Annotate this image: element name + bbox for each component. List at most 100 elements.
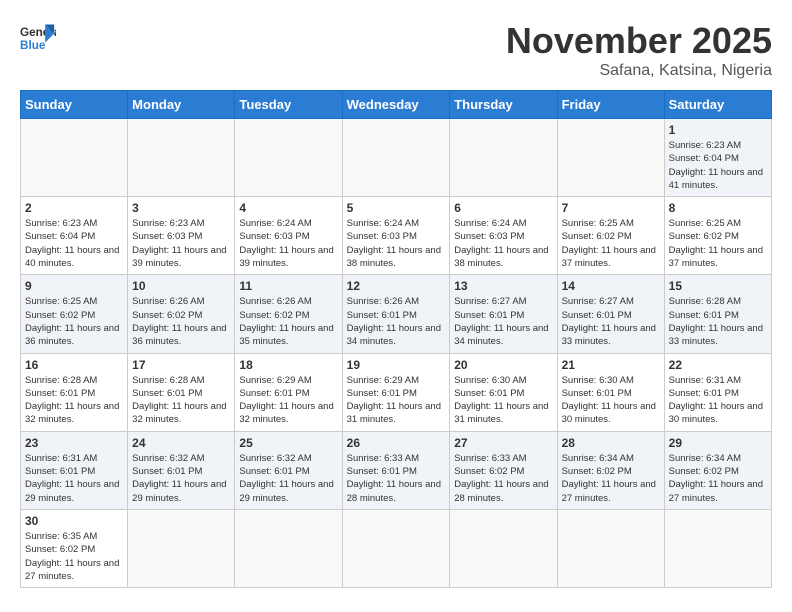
day-number: 4 xyxy=(239,201,337,215)
logo: General Blue xyxy=(20,20,56,56)
calendar-week-row: 2 Sunrise: 6:23 AM Sunset: 6:04 PM Daylig… xyxy=(21,197,772,275)
calendar-cell: 9Sunrise: 6:25 AM Sunset: 6:02 PM Daylig… xyxy=(21,275,128,353)
day-number: 17 xyxy=(132,358,230,372)
calendar-cell xyxy=(342,509,450,587)
day-info: Sunrise: 6:24 AM Sunset: 6:03 PM Dayligh… xyxy=(239,217,337,270)
weekday-header-sunday: Sunday xyxy=(21,91,128,119)
day-info: Sunrise: 6:26 AM Sunset: 6:02 PM Dayligh… xyxy=(132,295,230,348)
day-info: Sunrise: 6:23 AM Sunset: 6:03 PM Dayligh… xyxy=(132,217,230,270)
day-number: 18 xyxy=(239,358,337,372)
calendar-cell: 28Sunrise: 6:34 AM Sunset: 6:02 PM Dayli… xyxy=(557,431,664,509)
day-number: 8 xyxy=(669,201,767,215)
day-info: Sunrise: 6:34 AM Sunset: 6:02 PM Dayligh… xyxy=(562,452,660,505)
calendar-cell: 22 Sunrise: 6:31 AM Sunset: 6:01 PM Dayli… xyxy=(664,353,771,431)
calendar-cell xyxy=(557,509,664,587)
calendar-cell xyxy=(128,119,235,197)
calendar-cell: 23 Sunrise: 6:31 AM Sunset: 6:01 PM Dayli… xyxy=(21,431,128,509)
day-number: 10 xyxy=(132,279,230,293)
calendar-cell xyxy=(235,119,342,197)
day-info: Sunrise: 6:34 AM Sunset: 6:02 PM Dayligh… xyxy=(669,452,767,505)
weekday-header-saturday: Saturday xyxy=(664,91,771,119)
day-number: 21 xyxy=(562,358,660,372)
day-number: 23 xyxy=(25,436,123,450)
day-info: Sunrise: 6:31 AM Sunset: 6:01 PM Dayligh… xyxy=(669,374,767,427)
calendar-cell: 26 Sunrise: 6:33 AM Sunset: 6:01 PM Dayli… xyxy=(342,431,450,509)
day-info: Sunrise: 6:32 AM Sunset: 6:01 PM Dayligh… xyxy=(132,452,230,505)
calendar-cell: 24 Sunrise: 6:32 AM Sunset: 6:01 PM Dayli… xyxy=(128,431,235,509)
day-number: 15 xyxy=(669,279,767,293)
calendar-cell xyxy=(21,119,128,197)
calendar-week-row: 23 Sunrise: 6:31 AM Sunset: 6:01 PM Dayli… xyxy=(21,431,772,509)
day-number: 6 xyxy=(454,201,552,215)
calendar-header-row: SundayMondayTuesdayWednesdayThursdayFrid… xyxy=(21,91,772,119)
calendar-cell xyxy=(450,119,557,197)
calendar-cell: 3Sunrise: 6:23 AM Sunset: 6:03 PM Daylig… xyxy=(128,197,235,275)
day-info: Sunrise: 6:28 AM Sunset: 6:01 PM Dayligh… xyxy=(25,374,123,427)
day-info: Sunrise: 6:26 AM Sunset: 6:01 PM Dayligh… xyxy=(347,295,446,348)
calendar-cell: 2 Sunrise: 6:23 AM Sunset: 6:04 PM Daylig… xyxy=(21,197,128,275)
calendar-cell: 15Sunrise: 6:28 AM Sunset: 6:01 PM Dayli… xyxy=(664,275,771,353)
day-number: 16 xyxy=(25,358,123,372)
day-number: 26 xyxy=(347,436,446,450)
calendar-cell xyxy=(342,119,450,197)
calendar-cell: 8Sunrise: 6:25 AM Sunset: 6:02 PM Daylig… xyxy=(664,197,771,275)
calendar-cell: 4 Sunrise: 6:24 AM Sunset: 6:03 PM Daylig… xyxy=(235,197,342,275)
calendar-cell: 20Sunrise: 6:30 AM Sunset: 6:01 PM Dayli… xyxy=(450,353,557,431)
day-number: 24 xyxy=(132,436,230,450)
calendar-cell: 29Sunrise: 6:34 AM Sunset: 6:02 PM Dayli… xyxy=(664,431,771,509)
day-info: Sunrise: 6:25 AM Sunset: 6:02 PM Dayligh… xyxy=(25,295,123,348)
day-number: 22 xyxy=(669,358,767,372)
day-number: 1 xyxy=(669,123,767,137)
day-number: 25 xyxy=(239,436,337,450)
day-number: 19 xyxy=(347,358,446,372)
calendar-cell: 13Sunrise: 6:27 AM Sunset: 6:01 PM Dayli… xyxy=(450,275,557,353)
day-info: Sunrise: 6:33 AM Sunset: 6:02 PM Dayligh… xyxy=(454,452,552,505)
calendar-cell: 12 Sunrise: 6:26 AM Sunset: 6:01 PM Dayli… xyxy=(342,275,450,353)
day-info: Sunrise: 6:23 AM Sunset: 6:04 PM Dayligh… xyxy=(25,217,123,270)
calendar-cell: 17 Sunrise: 6:28 AM Sunset: 6:01 PM Dayli… xyxy=(128,353,235,431)
location-title: Safana, Katsina, Nigeria xyxy=(506,62,772,80)
day-info: Sunrise: 6:27 AM Sunset: 6:01 PM Dayligh… xyxy=(562,295,660,348)
day-number: 2 xyxy=(25,201,123,215)
calendar-cell xyxy=(557,119,664,197)
day-info: Sunrise: 6:26 AM Sunset: 6:02 PM Dayligh… xyxy=(239,295,337,348)
calendar-cell xyxy=(450,509,557,587)
logo-icon: General Blue xyxy=(20,20,56,56)
day-info: Sunrise: 6:32 AM Sunset: 6:01 PM Dayligh… xyxy=(239,452,337,505)
calendar-cell: 7Sunrise: 6:25 AM Sunset: 6:02 PM Daylig… xyxy=(557,197,664,275)
title-section: November 2025 Safana, Katsina, Nigeria xyxy=(506,20,772,80)
day-info: Sunrise: 6:33 AM Sunset: 6:01 PM Dayligh… xyxy=(347,452,446,505)
day-info: Sunrise: 6:27 AM Sunset: 6:01 PM Dayligh… xyxy=(454,295,552,348)
calendar-cell: 14Sunrise: 6:27 AM Sunset: 6:01 PM Dayli… xyxy=(557,275,664,353)
calendar-cell: 25 Sunrise: 6:32 AM Sunset: 6:01 PM Dayli… xyxy=(235,431,342,509)
day-info: Sunrise: 6:24 AM Sunset: 6:03 PM Dayligh… xyxy=(347,217,446,270)
day-info: Sunrise: 6:29 AM Sunset: 6:01 PM Dayligh… xyxy=(347,374,446,427)
calendar-cell: 27 Sunrise: 6:33 AM Sunset: 6:02 PM Dayli… xyxy=(450,431,557,509)
day-number: 30 xyxy=(25,514,123,528)
calendar-cell xyxy=(235,509,342,587)
calendar-cell: 6Sunrise: 6:24 AM Sunset: 6:03 PM Daylig… xyxy=(450,197,557,275)
day-info: Sunrise: 6:31 AM Sunset: 6:01 PM Dayligh… xyxy=(25,452,123,505)
calendar-table: SundayMondayTuesdayWednesdayThursdayFrid… xyxy=(20,90,772,588)
weekday-header-friday: Friday xyxy=(557,91,664,119)
day-number: 27 xyxy=(454,436,552,450)
calendar-cell: 5 Sunrise: 6:24 AM Sunset: 6:03 PM Daylig… xyxy=(342,197,450,275)
svg-text:Blue: Blue xyxy=(20,39,46,52)
calendar-cell: 18Sunrise: 6:29 AM Sunset: 6:01 PM Dayli… xyxy=(235,353,342,431)
calendar-cell: 30Sunrise: 6:35 AM Sunset: 6:02 PM Dayli… xyxy=(21,509,128,587)
weekday-header-tuesday: Tuesday xyxy=(235,91,342,119)
day-info: Sunrise: 6:25 AM Sunset: 6:02 PM Dayligh… xyxy=(562,217,660,270)
calendar-cell: 16 Sunrise: 6:28 AM Sunset: 6:01 PM Dayli… xyxy=(21,353,128,431)
weekday-header-monday: Monday xyxy=(128,91,235,119)
day-info: Sunrise: 6:28 AM Sunset: 6:01 PM Dayligh… xyxy=(132,374,230,427)
month-title: November 2025 xyxy=(506,20,772,62)
calendar-week-row: 16 Sunrise: 6:28 AM Sunset: 6:01 PM Dayli… xyxy=(21,353,772,431)
page-header: General Blue November 2025 Safana, Katsi… xyxy=(20,20,772,80)
calendar-week-row: 1 Sunrise: 6:23 AM Sunset: 6:04 PM Daylig… xyxy=(21,119,772,197)
day-number: 12 xyxy=(347,279,446,293)
day-info: Sunrise: 6:23 AM Sunset: 6:04 PM Dayligh… xyxy=(669,139,767,192)
day-number: 5 xyxy=(347,201,446,215)
calendar-cell: 21Sunrise: 6:30 AM Sunset: 6:01 PM Dayli… xyxy=(557,353,664,431)
calendar-cell: 1 Sunrise: 6:23 AM Sunset: 6:04 PM Daylig… xyxy=(664,119,771,197)
day-number: 11 xyxy=(239,279,337,293)
